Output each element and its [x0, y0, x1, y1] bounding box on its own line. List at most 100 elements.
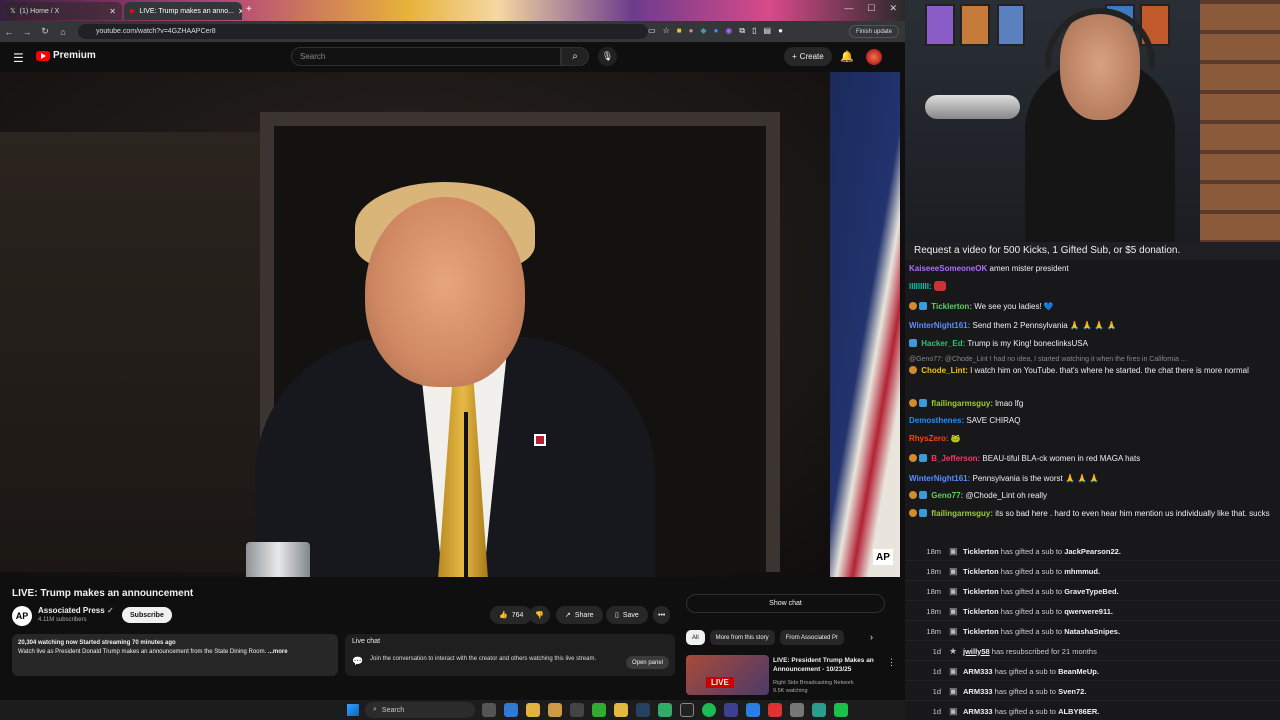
finish-update-button[interactable]: Finish update	[848, 25, 899, 38]
app-icon[interactable]	[834, 703, 848, 717]
tab-youtube-live[interactable]: ▶ LIVE: Trump makes an anno... ✕	[124, 2, 242, 20]
extension-icon[interactable]: ◉	[725, 26, 732, 36]
reply-context: @Geno77: @Chode_Lint I had no idea, I st…	[909, 356, 1187, 363]
back-icon[interactable]: ←	[0, 27, 18, 37]
extension-icon[interactable]: ●	[714, 26, 719, 36]
more-link[interactable]: ...more	[268, 649, 288, 655]
subscriber-count: 4.11M subscribers	[38, 617, 87, 623]
close-window-icon[interactable]: ✕	[889, 3, 897, 14]
video-title: LIVE: Trump makes an announcement	[12, 588, 194, 599]
notifications-bell-icon[interactable]: 🔔	[840, 50, 854, 63]
cast-icon[interactable]: ▭	[648, 26, 656, 36]
app-icon[interactable]	[812, 703, 826, 717]
thumbs-down-icon: 👎	[535, 612, 544, 619]
description-box[interactable]: 20,304 watching now Started streaming 70…	[12, 634, 338, 676]
chrome-icon[interactable]	[548, 703, 562, 717]
microphone-icon[interactable]: 🎙	[598, 47, 617, 66]
youtube-play-icon	[36, 50, 50, 61]
minimize-icon[interactable]: —	[844, 3, 853, 14]
task-view-icon[interactable]	[482, 703, 496, 717]
share-button[interactable]: ↗ Share	[556, 606, 603, 624]
star-icon[interactable]: ☆	[663, 26, 670, 36]
show-chat-button[interactable]: Show chat	[686, 594, 885, 613]
forward-icon[interactable]: →	[18, 27, 36, 37]
plus-icon: +	[792, 52, 797, 61]
spotify-icon[interactable]	[702, 703, 716, 717]
url-field[interactable]: youtube.com/watch?v=4GZHAAPCer8	[78, 24, 648, 39]
app-icon[interactable]	[790, 703, 804, 717]
maximize-icon[interactable]: ☐	[867, 3, 875, 14]
close-icon[interactable]: ✕	[109, 7, 116, 16]
extension-icon[interactable]: ■	[677, 26, 682, 36]
chat-message: Ticklerton: We see you ladies! 💙	[909, 301, 1271, 312]
chat-bubble-icon: 💬	[352, 656, 364, 666]
sidepanel-icon[interactable]: ▯	[752, 26, 756, 36]
windows-start-icon[interactable]	[347, 704, 359, 716]
create-button[interactable]: + Create	[784, 47, 832, 66]
channel-name[interactable]: Associated Press ✓	[38, 606, 114, 615]
verified-icon: ✓	[106, 606, 114, 615]
rec-meta: Right Side Broadcasting Network 9.5K wat…	[773, 680, 854, 694]
chip-from-associated-press[interactable]: From Associated Pr	[779, 630, 845, 645]
steam-icon[interactable]	[636, 703, 650, 717]
like-button[interactable]: 👍 764	[490, 606, 533, 624]
chat-message: Hacker_Ed: Trump is my King! boneclinksU…	[909, 338, 1271, 349]
extensions-puzzle-icon[interactable]: ⧉	[739, 26, 745, 36]
obs-icon[interactable]	[680, 703, 694, 717]
chip-all[interactable]: All	[686, 630, 705, 645]
chip-more-from-story[interactable]: More from this story	[709, 630, 775, 645]
home-icon[interactable]: ⌂	[54, 27, 72, 37]
video-player[interactable]	[0, 72, 900, 577]
activity-row: 18m ▣ Ticklerton has gifted a sub to Nat…	[905, 622, 1280, 641]
create-label: Create	[799, 52, 824, 61]
gift-icon: ▣	[949, 625, 958, 636]
taskbar-search[interactable]: ⌕ Search	[365, 702, 475, 718]
hamburger-menu-icon[interactable]: ☰	[13, 51, 24, 65]
subscribe-button[interactable]: Subscribe	[122, 607, 172, 623]
x-icon: 𝕏	[10, 8, 16, 15]
chevron-right-icon[interactable]: ›	[870, 632, 873, 642]
xbox-icon[interactable]	[592, 703, 606, 717]
extension-icon[interactable]: ●	[689, 26, 694, 36]
badge-icon	[909, 399, 917, 407]
tab-label: LIVE: Trump makes an anno...	[139, 7, 234, 15]
app-icon[interactable]	[724, 703, 738, 717]
chat-icon[interactable]: ▤	[764, 26, 772, 36]
app-icon[interactable]	[746, 703, 760, 717]
reload-icon[interactable]: ↻	[36, 26, 54, 37]
profile-icon[interactable]: ●	[778, 26, 783, 36]
tab-x-home[interactable]: 𝕏 (1) Home / X ✕	[4, 2, 122, 20]
activity-row: 1d ★ jwilly58 has resubscribed for 21 mo…	[905, 642, 1280, 661]
save-button[interactable]: ▯ Save	[606, 606, 648, 624]
address-bar-row: ← → ↻ ⌂ youtube.com/watch?v=4GZHAAPCer8 …	[0, 21, 905, 42]
search-input[interactable]: Search	[291, 47, 561, 66]
app-icon[interactable]	[570, 703, 584, 717]
chat-message: WinterNight161: Pennsylvania is the wors…	[909, 474, 1100, 483]
open-panel-button[interactable]: Open panel	[625, 656, 669, 669]
search-icon[interactable]: ⌕	[561, 47, 589, 66]
account-avatar[interactable]	[866, 49, 882, 65]
rec-title: LIVE: President Trump Makes an Announcem…	[773, 657, 874, 673]
app-icon[interactable]	[658, 703, 672, 717]
webcam-feed	[905, 0, 1280, 242]
chat-message: Geno77: @Chode_Lint oh really	[909, 490, 1271, 501]
window-controls: — ☐ ✕	[844, 3, 897, 14]
files-icon[interactable]	[614, 703, 628, 717]
app-icon[interactable]	[768, 703, 782, 717]
bookmark-icon: ▯	[615, 612, 619, 619]
recommended-video[interactable]: LIVE LIVE: President Trump Makes an Anno…	[686, 655, 896, 695]
dislike-button[interactable]: 👎	[529, 606, 550, 624]
new-tab-icon[interactable]: +	[246, 4, 252, 15]
more-options-icon[interactable]: ⋮	[887, 657, 896, 668]
youtube-logo[interactable]: Premium	[36, 50, 96, 61]
extension-icon[interactable]: ◆	[700, 26, 706, 36]
taskbar-apps	[482, 703, 848, 717]
edge-icon[interactable]	[504, 703, 518, 717]
chrome-icon[interactable]	[526, 703, 540, 717]
more-actions-icon[interactable]: •••	[653, 606, 671, 624]
channel-avatar[interactable]: AP	[12, 606, 32, 626]
chat-message: B_Jefferson: BEAU-tiful BLA-ck women in …	[909, 453, 1271, 464]
badge-icon	[909, 302, 917, 310]
close-icon[interactable]: ✕	[238, 7, 242, 16]
live-chat-text: Join the conversation to interact with t…	[370, 656, 597, 662]
